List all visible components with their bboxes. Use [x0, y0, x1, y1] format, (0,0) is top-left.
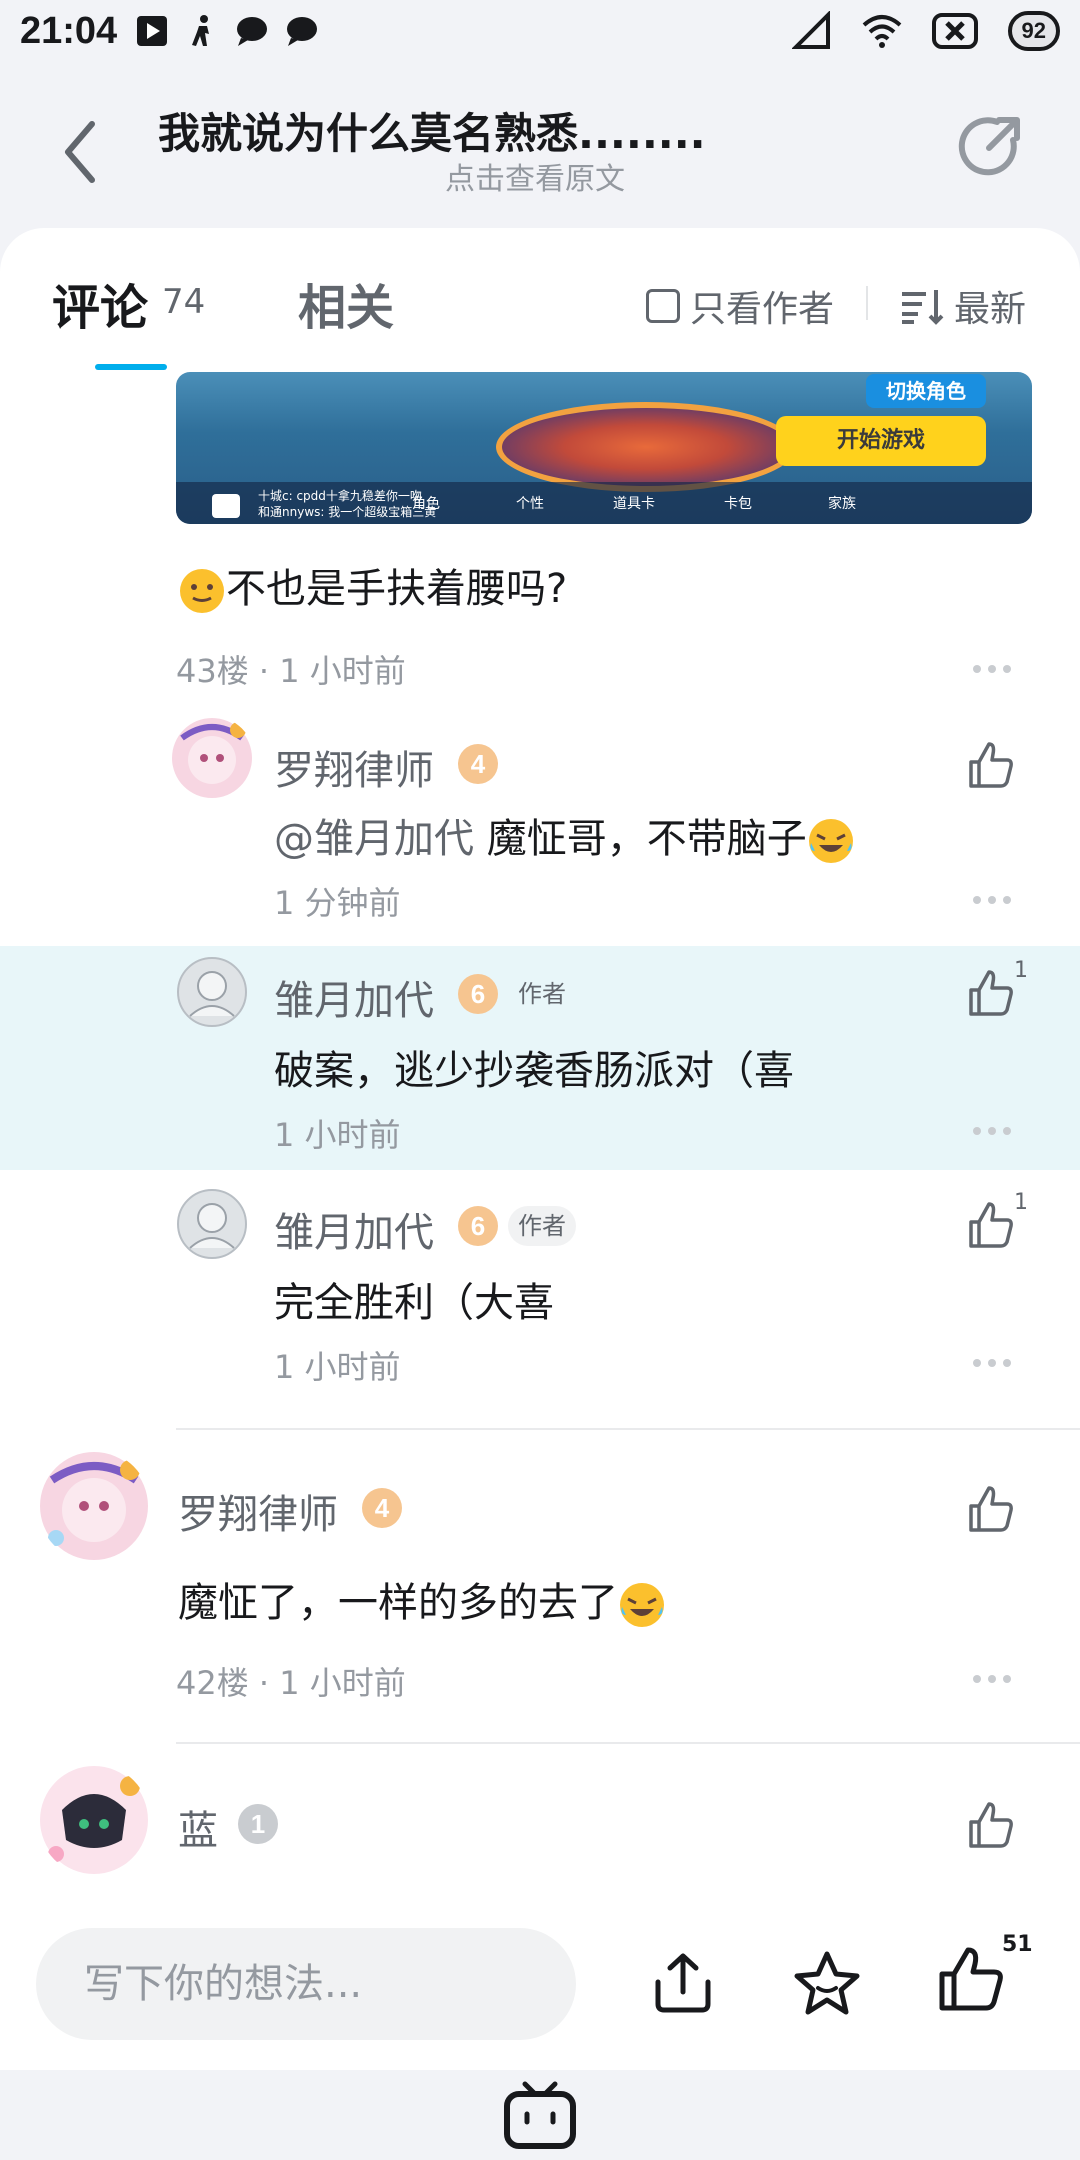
mention-link[interactable]: @雏月加代 — [274, 816, 474, 862]
comment-meta: 42楼 · 1 小时前 — [176, 1664, 406, 1702]
comment-text-body: 不也是手扶着腰吗? — [226, 566, 568, 612]
tab-comments[interactable]: 评论 — [52, 268, 148, 338]
reply-meta: 1 分钟前 — [274, 884, 401, 922]
avatar[interactable] — [38, 1450, 150, 1562]
reply-meta: 1 小时前 — [274, 1116, 401, 1154]
more-options-icon[interactable] — [972, 1126, 1012, 1136]
game-tab: 个性 — [516, 496, 544, 512]
tab-bar: 评论 74 相关 只看作者 最新 — [0, 228, 1080, 370]
comment-count: 74 — [162, 282, 206, 322]
active-tab-indicator — [95, 364, 167, 370]
start-game-button: 开始游戏 — [776, 416, 986, 466]
reply-text: 完全胜利（大喜 — [274, 1280, 554, 1326]
thumbs-up-icon[interactable] — [965, 1484, 1015, 1534]
level-badge: 4 — [362, 1488, 402, 1528]
no-sim-icon — [791, 11, 830, 49]
thumbs-up-icon[interactable] — [965, 1800, 1015, 1850]
avatar[interactable] — [38, 1764, 150, 1876]
reply-text: 破案，逃少抄袭香肠派对（喜 — [274, 1048, 794, 1094]
comment-image[interactable]: 切换角色 开始游戏 角色 个性 道具卡 卡包 家族 十城c: cpdd十拿九稳差… — [176, 372, 1032, 524]
avatar[interactable] — [176, 1188, 248, 1260]
favorite-star-icon[interactable] — [792, 1948, 862, 2018]
game-chat-icon — [212, 494, 240, 518]
comment-text: 不也是手扶着腰吗? — [178, 556, 567, 615]
view-original-link[interactable]: 点击查看原文 — [445, 154, 625, 198]
checkbox[interactable] — [646, 289, 680, 323]
avatar[interactable] — [170, 716, 254, 800]
video-app-icon — [137, 16, 168, 46]
clock: 21:04 — [20, 9, 118, 52]
username[interactable]: 雏月加代 — [274, 1200, 434, 1258]
switch-character-button: 切换角色 — [866, 374, 986, 408]
level-badge: 4 — [458, 744, 498, 784]
reply-meta: 1 小时前 — [274, 1348, 401, 1386]
battery-indicator: 92 — [1007, 11, 1060, 51]
status-bar: 21:04 92 — [0, 0, 1080, 62]
smile-emoji-icon — [180, 569, 224, 613]
game-tab: 家族 — [828, 496, 856, 512]
walking-icon — [192, 15, 210, 46]
thumbs-up-icon[interactable] — [936, 1944, 1006, 2014]
game-chat: 十城c: cpdd十拿九稳差你一吻 和通nnyws: 我一个超级宝箱三黄 — [258, 488, 436, 520]
comment-text-body: 魔怔了，一样的多的去了 — [178, 1580, 618, 1626]
share-icon[interactable] — [955, 110, 1027, 182]
message-icon — [287, 17, 318, 46]
divider — [866, 286, 868, 320]
more-options-icon[interactable] — [972, 1674, 1012, 1684]
thumbs-up-icon[interactable] — [965, 968, 1015, 1018]
divider — [176, 1428, 1080, 1430]
close-box-icon — [931, 13, 978, 49]
author-tag: 作者 — [508, 1206, 576, 1246]
more-options-icon[interactable] — [972, 895, 1012, 905]
wifi-icon — [862, 15, 901, 48]
more-options-icon[interactable] — [972, 1358, 1012, 1368]
like-count: 1 — [1014, 958, 1028, 983]
page-header: 我就说为什么莫名熟悉........ 点击查看原文 — [0, 62, 1080, 232]
comment-meta: 43楼 · 1 小时前 — [176, 652, 406, 690]
sort-icon — [902, 290, 944, 325]
divider — [176, 1742, 1080, 1744]
level-badge: 6 — [458, 974, 498, 1014]
chat-bubble-icon — [237, 17, 268, 46]
laughing-emoji-icon — [620, 1583, 664, 1627]
sort-toggle[interactable]: 最新 — [900, 280, 1026, 332]
reply-text: @雏月加代 魔怔哥，不带脑子 — [274, 806, 855, 865]
like-count: 51 — [1002, 1932, 1033, 1957]
level-badge: 6 — [458, 1206, 498, 1246]
back-arrow-icon[interactable] — [50, 112, 110, 192]
avatar[interactable] — [176, 956, 248, 1028]
like-count: 1 — [1014, 1190, 1028, 1215]
username[interactable]: 蓝 — [178, 1798, 218, 1856]
author-tag: 作者 — [518, 980, 566, 1008]
username[interactable]: 罗翔律师 — [274, 738, 434, 796]
only-author-label: 只看作者 — [690, 289, 835, 330]
bilibili-tv-icon[interactable] — [503, 2080, 577, 2150]
game-platform — [496, 402, 796, 492]
game-chat-line: 和通nnyws: 我一个超级宝箱三黄 — [258, 505, 437, 519]
only-author-toggle[interactable]: 只看作者 — [646, 280, 834, 332]
username[interactable]: 罗翔律师 — [178, 1482, 338, 1540]
thumbs-up-icon[interactable] — [965, 1200, 1015, 1250]
more-options-icon[interactable] — [972, 664, 1012, 674]
username[interactable]: 雏月加代 — [274, 968, 434, 1026]
comment-input[interactable]: 写下你的想法... — [36, 1928, 576, 2040]
game-chat-line: 十城c: cpdd十拿九稳差你一吻 — [258, 489, 422, 503]
laughing-emoji-icon — [808, 819, 853, 863]
bottom-action-bar: 写下你的想法... 51 — [0, 1898, 1080, 2070]
thumbs-up-icon[interactable] — [965, 740, 1015, 790]
tab-related[interactable]: 相关 — [298, 268, 394, 338]
page-title[interactable]: 我就说为什么莫名熟悉........ — [158, 100, 706, 161]
game-tab: 卡包 — [724, 496, 752, 512]
share-upload-icon[interactable] — [648, 1948, 718, 2018]
reply-text-body: 魔怔哥，不带脑子 — [486, 816, 807, 862]
game-tab: 道具卡 — [613, 496, 655, 512]
sort-label: 最新 — [954, 289, 1027, 330]
system-nav-bar — [0, 2070, 1080, 2160]
level-badge: 1 — [238, 1804, 278, 1844]
comment-text: 魔怔了，一样的多的去了 — [178, 1570, 666, 1629]
